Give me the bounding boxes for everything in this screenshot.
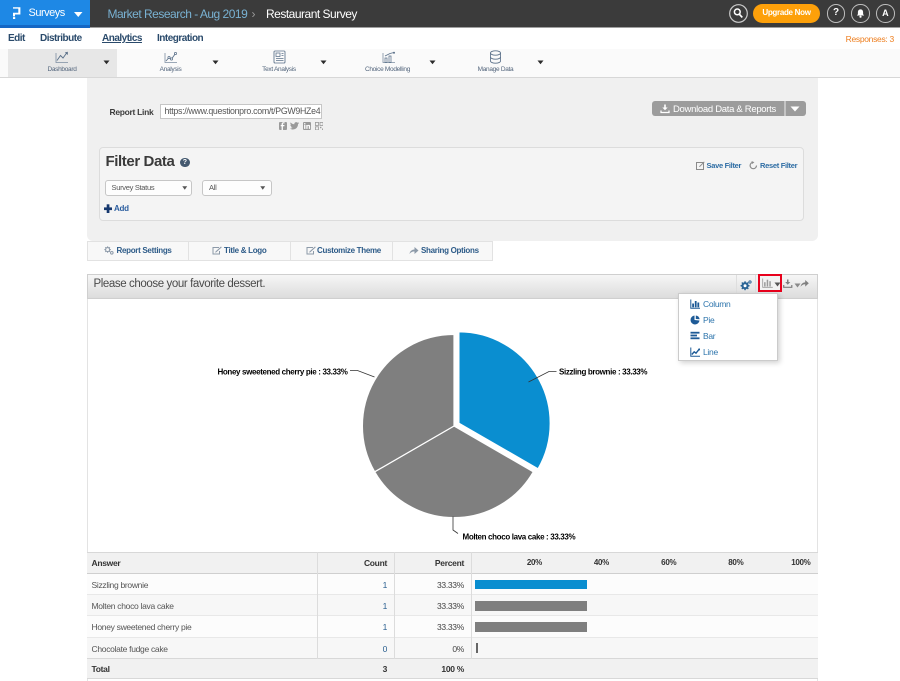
svg-text:Molten choco lava cake : 33.33: Molten choco lava cake : 33.33% (462, 533, 575, 542)
svg-text:Honey sweetened cherry pie : 3: Honey sweetened cherry pie : 33.33% (217, 368, 347, 377)
svg-text:Sizzling brownie : 33.33%: Sizzling brownie : 33.33% (559, 368, 647, 377)
